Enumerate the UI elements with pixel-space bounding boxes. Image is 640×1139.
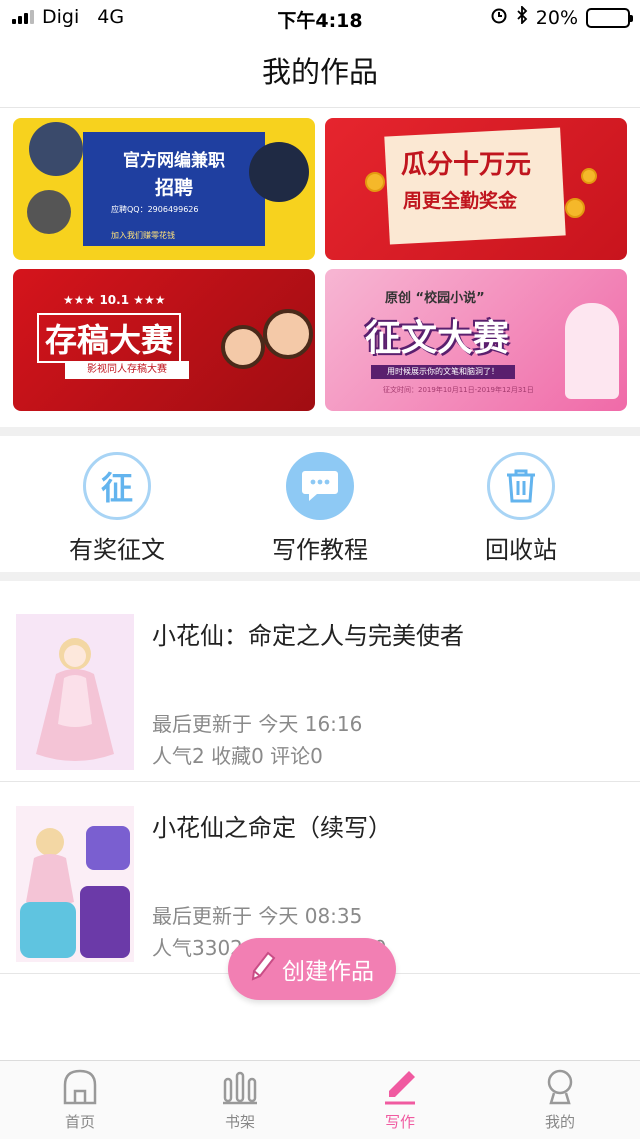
chat-bubble-icon [286,452,354,520]
action-label: 回收站 [485,536,557,564]
alarm-icon [490,6,508,29]
banner-grid: 官方网编兼职 招聘 应聘QQ：2906499626 加入我们赚零花钱 瓜分十万元… [13,118,627,411]
work-cover [16,806,134,962]
coin-icon [565,198,585,218]
home-icon [61,1069,99,1109]
status-right: 20% [490,4,633,29]
tab-label: 我的 [544,1113,575,1131]
person-illustration [27,190,71,234]
banner-title: 征文大赛 [365,318,510,359]
section-divider [0,572,640,581]
page-title: 我的作品 [0,36,640,108]
work-title: 小花仙之命定（续写） [152,814,392,842]
action-tutorial[interactable]: 写作教程 [240,452,400,565]
bookshelf-icon [221,1071,259,1109]
work-cover [16,614,134,770]
trash-icon [487,452,555,520]
create-work-button[interactable]: 创建作品 [228,938,396,1000]
tab-me[interactable]: 我的 [520,1067,600,1132]
banner-subtitle: 招聘 [154,177,193,199]
action-label: 有奖征文 [69,536,165,564]
banner-subtitle: 周更全勤奖金 [403,190,518,212]
person-illustration [29,122,83,176]
banner-contest-campus[interactable]: 原创 “校园小说” 征文大赛 用时候展示你的文笔和脑洞了！ 征文时间：2019年… [325,269,627,411]
banner-bonus[interactable]: 瓜分十万元 周更全勤奖金 [325,118,627,260]
banner-date: ★★★ 10.1 ★★★ [63,293,166,307]
child-illustration [263,309,313,359]
tab-write[interactable]: 写作 [360,1067,440,1132]
banner-contest-draft[interactable]: ★★★ 10.1 ★★★ 存稿大赛 影视同人存稿大赛 [13,269,315,411]
status-bar: Digi 4G 下午4:18 20% [0,0,640,36]
pen-icon [381,1071,419,1109]
tab-label: 写作 [384,1113,415,1131]
banner-title: 存稿大赛 [37,313,182,363]
tab-bar: 首页 书架 写作 我的 [0,1060,640,1139]
work-updated: 最后更新于 今天 16:16 [152,712,363,736]
coin-icon [365,172,385,192]
quick-actions: 征 有奖征文 写作教程 回收站 [0,438,640,572]
banner-date: 征文时间：2019年10月11日-2019年12月31日 [383,386,534,394]
bluetooth-icon [516,4,528,29]
action-label: 写作教程 [272,536,368,564]
banner-slogan: 用时候展示你的文笔和脑洞了！ [371,365,515,379]
contest-icon: 征 [83,452,151,520]
work-item[interactable]: 小花仙：命定之人与完美使者 最后更新于 今天 16:16 人气2 收藏0 评论0 [0,590,640,782]
banner-recruitment[interactable]: 官方网编兼职 招聘 应聘QQ：2906499626 加入我们赚零花钱 [13,118,315,260]
pencil-icon [250,951,276,987]
action-recycle-bin[interactable]: 回收站 [441,452,601,565]
child-illustration [221,325,265,369]
anime-girl-illustration [565,303,619,399]
section-divider [0,427,640,436]
banner-subtitle: 影视同人存稿大赛 [65,361,189,379]
battery-percent: 20% [535,6,578,29]
banner-title: 官方网编兼职 [123,151,225,171]
banner-tag: 原创 “校园小说” [385,291,485,306]
create-work-label: 创建作品 [282,959,374,985]
tab-bookshelf[interactable]: 书架 [200,1067,280,1132]
tab-label: 书架 [224,1113,255,1131]
banner-tags: 加入我们赚零花钱 [111,231,175,240]
tab-home[interactable]: 首页 [40,1067,120,1132]
screen: Digi 4G 下午4:18 20% 我的作品 官方网编兼职 招聘 应聘QQ：2… [0,0,640,1139]
work-title: 小花仙：命定之人与完美使者 [152,622,464,650]
work-updated: 最后更新于 今天 08:35 [152,904,363,928]
coin-icon [581,168,597,184]
banner-qq: 应聘QQ：2906499626 [111,205,199,214]
banner-title: 瓜分十万元 [401,150,532,180]
work-stats: 人气2 收藏0 评论0 [152,744,323,768]
action-contest[interactable]: 征 有奖征文 [37,452,197,565]
tab-label: 首页 [64,1113,95,1131]
battery-icon [586,7,633,28]
user-icon [541,1069,579,1109]
